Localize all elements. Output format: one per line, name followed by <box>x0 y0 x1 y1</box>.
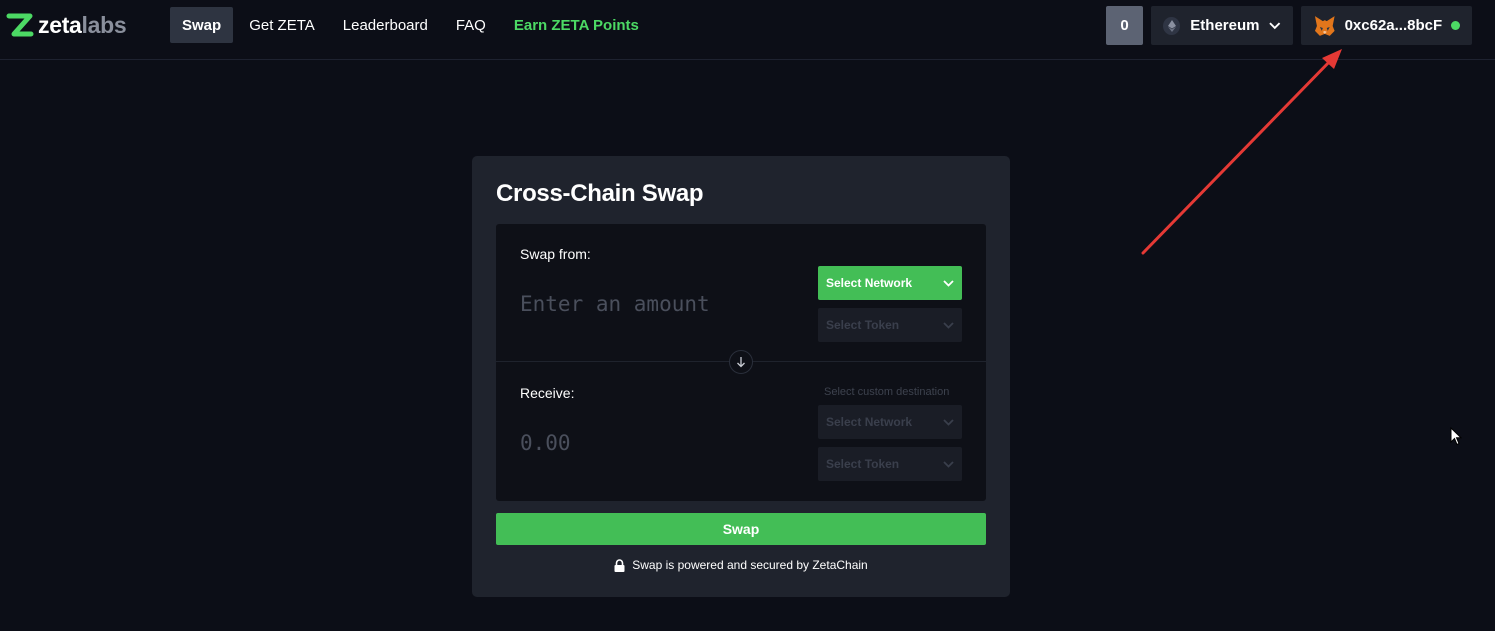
metamask-fox-icon <box>1314 15 1335 36</box>
lock-icon <box>614 558 625 572</box>
security-note: Swap is powered and secured by ZetaChain <box>472 556 1010 574</box>
chevron-down-icon <box>943 279 954 287</box>
wallet-address: 0xc62a...8bcF <box>1344 17 1443 34</box>
zeta-logo-icon <box>6 13 34 37</box>
receive-amount: 0.00 <box>520 431 571 455</box>
custom-destination-link[interactable]: Select custom destination <box>824 386 949 398</box>
zetalabs-logo[interactable]: zeta labs <box>6 10 127 40</box>
logo-text-labs: labs <box>81 11 127 38</box>
page-title: Cross-Chain Swap <box>496 180 704 207</box>
nav-get-zeta[interactable]: Get ZETA <box>237 7 327 43</box>
nav-leaderboard[interactable]: Leaderboard <box>331 7 440 43</box>
points-counter-button[interactable]: 0 <box>1106 6 1143 45</box>
arrow-down-icon <box>737 357 745 368</box>
swap-form: Swap from: Enter an amount Select Networ… <box>496 224 986 501</box>
receive-token-select[interactable]: Select Token <box>818 447 962 481</box>
connection-status-dot <box>1451 21 1460 30</box>
network-label: Ethereum <box>1190 17 1260 34</box>
top-navbar: zeta labs Swap Get ZETA Leaderboard FAQ E… <box>0 0 1495 60</box>
mouse-cursor-icon <box>1450 427 1462 446</box>
from-network-select[interactable]: Select Network <box>818 266 962 300</box>
receive-network-label: Select Network <box>826 415 913 429</box>
receive-network-select[interactable]: Select Network <box>818 405 962 439</box>
swap-card: Cross-Chain Swap Swap from: Enter an amo… <box>472 156 1010 597</box>
network-selector-button[interactable]: Ethereum <box>1151 6 1293 45</box>
wallet-account-button[interactable]: 0xc62a...8bcF <box>1301 6 1472 45</box>
logo-text-zeta: zeta <box>38 11 82 38</box>
swap-from-label: Swap from: <box>520 246 591 262</box>
nav-earn-zeta-points[interactable]: Earn ZETA Points <box>502 7 651 43</box>
from-token-label: Select Token <box>826 318 900 332</box>
from-token-select[interactable]: Select Token <box>818 308 962 342</box>
chevron-down-icon <box>943 321 954 329</box>
receive-label: Receive: <box>520 385 575 401</box>
security-note-text: Swap is powered and secured by ZetaChain <box>632 558 868 572</box>
switch-direction-button[interactable] <box>729 350 753 374</box>
from-amount-input[interactable]: Enter an amount <box>520 292 710 316</box>
swap-button[interactable]: Swap <box>496 513 986 545</box>
chevron-down-icon <box>943 460 954 468</box>
logo-text: zeta labs <box>38 11 127 39</box>
chevron-down-icon <box>943 418 954 426</box>
ethereum-icon <box>1163 16 1181 35</box>
nav-faq[interactable]: FAQ <box>444 7 498 43</box>
main-nav: Swap Get ZETA Leaderboard FAQ Earn ZETA … <box>170 7 655 43</box>
nav-swap[interactable]: Swap <box>170 7 234 43</box>
from-network-label: Select Network <box>826 276 913 290</box>
chevron-down-icon <box>1269 21 1281 29</box>
receive-token-label: Select Token <box>826 457 900 471</box>
